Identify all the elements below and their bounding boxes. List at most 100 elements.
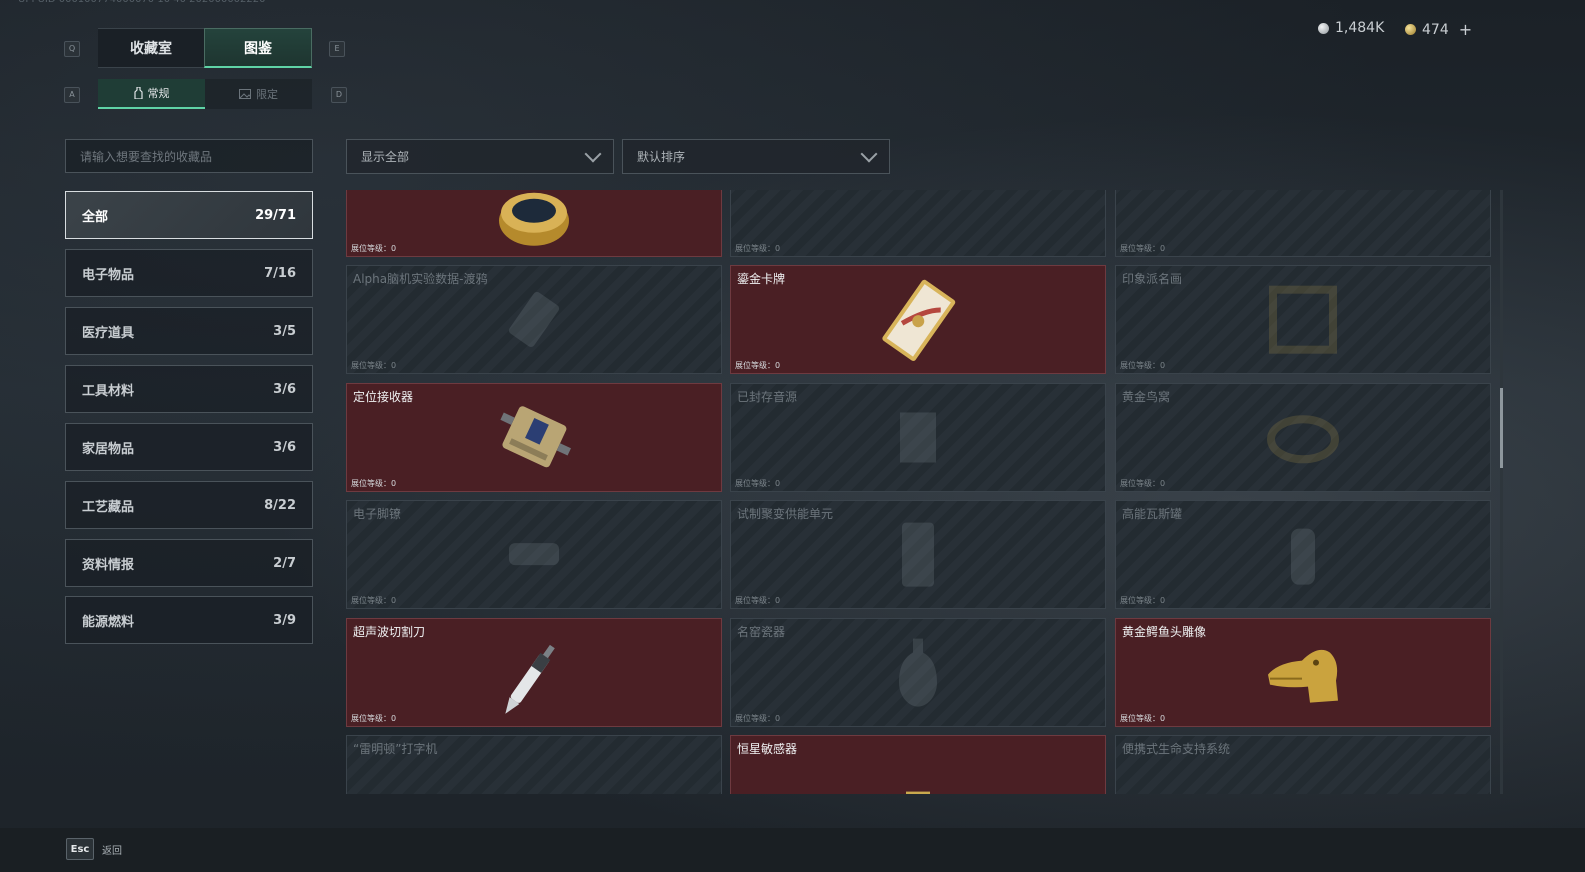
display-level: 展位等级：0: [735, 714, 781, 723]
collection-card[interactable]: 试制聚变供能单元 展位等级：0: [730, 500, 1106, 609]
item-name: 已封存音源: [737, 390, 798, 404]
category-count: 29/71: [255, 207, 296, 223]
chevron-down-icon: [584, 145, 602, 162]
item-name: 试制聚变供能单元: [737, 507, 834, 521]
subtab-regular[interactable]: 常规: [98, 79, 205, 109]
collection-card[interactable]: Alpha脑机实验数据-渡鸦 展位等级：0: [346, 265, 722, 374]
display-level: 展位等级：0: [735, 596, 781, 605]
tab-catalog[interactable]: 图鉴: [204, 28, 312, 68]
display-level: 展位等级：0: [1120, 596, 1166, 605]
collection-grid: 展位等级：0 展位等级：0 展位等级：0 Alpha脑机实验数据-渡鸦 展位等级…: [346, 190, 1492, 794]
top-id-text: UI I UID 000100774000070 10 40 202000002…: [18, 0, 266, 5]
item-name: 定位接收器: [353, 390, 414, 404]
silver-coin-icon: [1318, 22, 1329, 34]
gas-canister-icon: [1273, 514, 1333, 598]
collection-card[interactable]: 展位等级：0: [1115, 190, 1491, 257]
key-hint-e: E: [329, 41, 345, 57]
category-energy[interactable]: 能源燃料 3/9: [65, 596, 313, 644]
category-crafts[interactable]: 工艺藏品 8/22: [65, 481, 313, 529]
category-label: 能源燃料: [82, 614, 135, 630]
category-label: 资料情报: [82, 557, 135, 573]
filter-dropdown-value: 显示全部: [361, 150, 410, 164]
category-count: 3/6: [273, 439, 296, 455]
category-label: 医疗道具: [82, 325, 135, 341]
category-electronics[interactable]: 电子物品 7/16: [65, 249, 313, 297]
collection-card[interactable]: 已封存音源 展位等级：0: [730, 383, 1106, 492]
category-tools[interactable]: 工具材料 3/6: [65, 365, 313, 413]
picture-icon: [239, 89, 251, 99]
display-level: 展位等级：0: [735, 361, 781, 370]
item-name: Alpha脑机实验数据-渡鸦: [353, 272, 488, 286]
tab-collection-room[interactable]: 收藏室: [98, 28, 204, 68]
category-count: 8/22: [264, 497, 296, 513]
item-name: 黄金鳄鱼头雕像: [1122, 625, 1207, 639]
item-name: 便携式生命支持系统: [1122, 742, 1231, 756]
display-level: 展位等级：0: [351, 714, 397, 723]
item-name: 印象派名画: [1122, 272, 1183, 286]
category-medical[interactable]: 医疗道具 3/5: [65, 307, 313, 355]
display-level: 展位等级：0: [1120, 479, 1166, 488]
silver-currency: 1,484K: [1318, 20, 1384, 36]
add-currency-button[interactable]: +: [1459, 20, 1472, 39]
category-all[interactable]: 全部 29/71: [65, 191, 313, 239]
category-count: 3/5: [273, 323, 296, 339]
collection-card[interactable]: 定位接收器 展位等级：0: [346, 383, 722, 492]
sort-dropdown[interactable]: 默认排序: [622, 139, 890, 174]
collection-card[interactable]: 黄金鸟窝 展位等级：0: [1115, 383, 1491, 492]
porcelain-vase-icon: [893, 632, 943, 716]
display-level: 展位等级：0: [351, 361, 397, 370]
data-drive-icon: [499, 284, 569, 358]
collection-card[interactable]: 展位等级：0: [346, 190, 722, 257]
scrollbar-thumb[interactable]: [1500, 388, 1503, 468]
key-hint-q: Q: [64, 41, 80, 57]
category-label: 工艺藏品: [82, 499, 135, 515]
category-household[interactable]: 家居物品 3/6: [65, 423, 313, 471]
collection-card[interactable]: 电子脚镣 展位等级：0: [346, 500, 722, 609]
gold-amount: 474: [1422, 21, 1449, 38]
main-tabs: 收藏室 图鉴: [98, 28, 312, 68]
collection-card[interactable]: 名窑瓷器 展位等级：0: [730, 618, 1106, 727]
star-sensor-icon: [888, 783, 948, 794]
item-name: 高能瓦斯罐: [1122, 507, 1183, 521]
category-label: 电子物品: [82, 267, 135, 283]
collection-card[interactable]: 展位等级：0: [730, 190, 1106, 257]
subtab-regular-label: 常规: [147, 87, 170, 100]
item-name: 电子脚镣: [353, 507, 402, 521]
category-intel[interactable]: 资料情报 2/7: [65, 539, 313, 587]
back-label: 返回: [102, 845, 122, 857]
collection-card[interactable]: 高能瓦斯罐 展位等级：0: [1115, 500, 1491, 609]
category-count: 3/9: [273, 612, 296, 628]
display-level: 展位等级：0: [351, 244, 397, 253]
display-level: 展位等级：0: [1120, 714, 1166, 723]
key-hint-a: A: [64, 87, 80, 103]
category-label: 全部: [82, 209, 109, 225]
sealed-audio-icon: [888, 402, 948, 476]
esc-key-icon: Esc: [66, 838, 94, 860]
category-label: 工具材料: [82, 383, 135, 399]
collection-card[interactable]: 黄金鳄鱼头雕像 展位等级：0: [1115, 618, 1491, 727]
collection-card[interactable]: 印象派名画 展位等级：0: [1115, 265, 1491, 374]
category-count: 2/7: [273, 555, 296, 571]
item-name: 恒星敏感器: [737, 742, 798, 756]
silver-amount: 1,484K: [1335, 20, 1385, 36]
subtab-limited[interactable]: 限定: [205, 79, 312, 109]
display-level: 展位等级：0: [351, 479, 397, 488]
grid-scrollbar[interactable]: [1500, 190, 1503, 794]
item-name: “雷明顿”打字机: [353, 742, 438, 756]
filter-dropdown[interactable]: 显示全部: [346, 139, 614, 174]
collection-card[interactable]: 便携式生命支持系统: [1115, 735, 1491, 794]
golden-nest-icon: [1263, 407, 1343, 471]
item-name: 黄金鸟窝: [1122, 390, 1171, 404]
collection-card[interactable]: 恒星敏感器: [730, 735, 1106, 794]
display-level: 展位等级：0: [1120, 244, 1166, 253]
collection-card[interactable]: 鎏金卡牌 展位等级：0: [730, 265, 1106, 374]
item-name: 鎏金卡牌: [737, 272, 786, 286]
display-level: 展位等级：0: [351, 596, 397, 605]
item-name: 名窑瓷器: [737, 625, 786, 639]
display-level: 展位等级：0: [735, 479, 781, 488]
collection-card[interactable]: “雷明顿”打字机: [346, 735, 722, 794]
category-count: 7/16: [264, 265, 296, 281]
collection-card[interactable]: 超声波切割刀 展位等级：0: [346, 618, 722, 727]
search-input[interactable]: 请输入想要查找的收藏品: [65, 139, 313, 173]
back-button[interactable]: Esc 返回: [66, 838, 122, 860]
